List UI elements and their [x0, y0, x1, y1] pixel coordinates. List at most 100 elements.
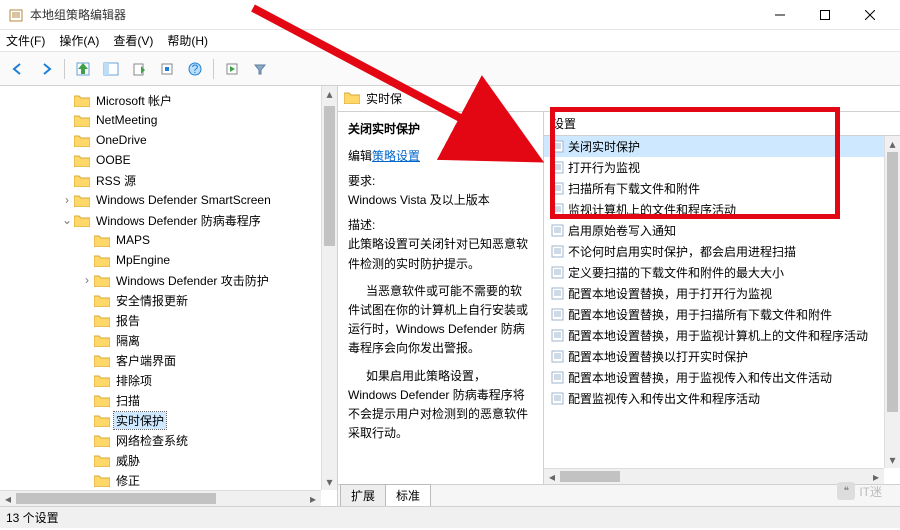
edit-policy-link[interactable]: 策略设置	[372, 149, 420, 163]
folder-icon	[74, 113, 90, 127]
tree-node[interactable]: OneDrive	[0, 130, 321, 150]
tree-node[interactable]: MpEngine	[0, 250, 321, 270]
setting-label: 配置本地设置替换，用于监视计算机上的文件和程序活动	[568, 327, 868, 344]
tree-node[interactable]: ⌄Windows Defender 防病毒程序	[0, 210, 321, 230]
tree-node[interactable]: 修正	[0, 470, 321, 490]
maximize-button[interactable]	[802, 0, 847, 29]
policy-icon	[550, 161, 564, 175]
minimize-button[interactable]	[757, 0, 802, 29]
tree-node[interactable]: 威胁	[0, 450, 321, 470]
setting-row[interactable]: 扫描所有下载文件和附件	[544, 178, 884, 199]
settings-column-header[interactable]: 设置	[544, 112, 900, 136]
filter-button[interactable]	[248, 57, 272, 81]
back-button[interactable]	[6, 57, 30, 81]
setting-row[interactable]: 配置监视传入和传出文件和程序活动	[544, 388, 884, 409]
tree-node[interactable]: 隔离	[0, 330, 321, 350]
setting-row[interactable]: 监视计算机上的文件和程序活动	[544, 199, 884, 220]
tree-node[interactable]: 扫描	[0, 390, 321, 410]
svg-text:?: ?	[192, 62, 199, 76]
policy-icon	[550, 329, 564, 343]
tree-node[interactable]: RSS 源	[0, 170, 321, 190]
setting-row[interactable]: 启用原始卷写入通知	[544, 220, 884, 241]
forward-button[interactable]	[34, 57, 58, 81]
list-scrollbar-vertical[interactable]: ▴▾	[884, 136, 900, 468]
tree-node[interactable]: 排除项	[0, 370, 321, 390]
folder-icon	[74, 193, 90, 207]
folder-icon	[94, 353, 110, 367]
tab-standard[interactable]: 标准	[385, 484, 431, 506]
tree-pane: Microsoft 帐户NetMeetingOneDriveOOBERSS 源›…	[0, 86, 338, 506]
folder-icon	[74, 173, 90, 187]
statusbar: 13 个设置	[0, 506, 900, 528]
tree-node-label: 报告	[114, 312, 142, 329]
tree-node[interactable]: OOBE	[0, 150, 321, 170]
tree-node[interactable]: Microsoft 帐户	[0, 90, 321, 110]
folder-icon	[94, 253, 110, 267]
folder-icon	[94, 233, 110, 247]
tree-node-label: 客户端界面	[114, 352, 178, 369]
tree-node-label: OOBE	[94, 153, 133, 167]
setting-label: 配置本地设置替换，用于打开行为监视	[568, 285, 772, 302]
tree-node[interactable]: ›Windows Defender SmartScreen	[0, 190, 321, 210]
setting-row[interactable]: 打开行为监视	[544, 157, 884, 178]
tree-node[interactable]: 安全情报更新	[0, 290, 321, 310]
refresh-button[interactable]	[155, 57, 179, 81]
tree-scrollbar-horizontal[interactable]: ◂▸	[0, 490, 321, 506]
tab-extended[interactable]: 扩展	[340, 484, 386, 506]
menu-file[interactable]: 文件(F)	[6, 32, 45, 49]
setting-row[interactable]: 不论何时启用实时保护，都会启用进程扫描	[544, 241, 884, 262]
help-button[interactable]: ?	[183, 57, 207, 81]
status-text: 13 个设置	[6, 509, 59, 526]
list-scrollbar-horizontal[interactable]: ◂▸	[544, 468, 884, 484]
menu-help[interactable]: 帮助(H)	[167, 32, 208, 49]
view-tabs: 扩展 标准	[338, 484, 900, 506]
tree-node-label: OneDrive	[94, 133, 149, 147]
tree-node[interactable]: MAPS	[0, 230, 321, 250]
tree-node-label: MAPS	[114, 233, 152, 247]
folder-icon	[94, 393, 110, 407]
setting-label: 扫描所有下载文件和附件	[568, 180, 700, 197]
properties-button[interactable]	[220, 57, 244, 81]
settings-list: 设置 关闭实时保护打开行为监视扫描所有下载文件和附件监视计算机上的文件和程序活动…	[544, 112, 900, 484]
tree-scrollbar-vertical[interactable]: ▴▾	[321, 86, 337, 490]
tree-node-label: 实时保护	[114, 412, 166, 429]
path-header: 实时保	[338, 86, 900, 112]
policy-icon	[550, 287, 564, 301]
setting-row[interactable]: 配置本地设置替换，用于监视计算机上的文件和程序活动	[544, 325, 884, 346]
setting-label: 配置本地设置替换，用于扫描所有下载文件和附件	[568, 306, 832, 323]
show-hide-tree-button[interactable]	[99, 57, 123, 81]
tree-node[interactable]: 客户端界面	[0, 350, 321, 370]
tree-node[interactable]: NetMeeting	[0, 110, 321, 130]
tree-node[interactable]: 报告	[0, 310, 321, 330]
path-header-text: 实时保	[366, 90, 402, 107]
folder-icon	[94, 413, 110, 427]
setting-row[interactable]: 配置本地设置替换，用于打开行为监视	[544, 283, 884, 304]
requirements-label: 要求:	[348, 172, 533, 191]
tree-node-label: Windows Defender 攻击防护	[114, 272, 271, 289]
tree-node[interactable]: 实时保护	[0, 410, 321, 430]
watermark: ❝ IT迷	[837, 482, 882, 500]
tree-node-label: 修正	[114, 472, 142, 489]
app-icon	[8, 7, 24, 23]
export-button[interactable]	[127, 57, 151, 81]
setting-row[interactable]: 定义要扫描的下载文件和附件的最大大小	[544, 262, 884, 283]
policy-icon	[550, 224, 564, 238]
setting-row[interactable]: 关闭实时保护	[544, 136, 884, 157]
setting-label: 配置本地设置替换，用于监视传入和传出文件活动	[568, 369, 832, 386]
menu-view[interactable]: 查看(V)	[113, 32, 153, 49]
setting-row[interactable]: 配置本地设置替换，用于扫描所有下载文件和附件	[544, 304, 884, 325]
tree-node[interactable]: 网络检查系统	[0, 430, 321, 450]
requirements-text: Windows Vista 及以上版本	[348, 191, 533, 208]
setting-row[interactable]: 配置本地设置替换以打开实时保护	[544, 346, 884, 367]
close-button[interactable]	[847, 0, 892, 29]
tree-node-label: 扫描	[114, 392, 142, 409]
up-button[interactable]	[71, 57, 95, 81]
folder-icon	[94, 433, 110, 447]
folder-icon	[74, 153, 90, 167]
setting-label: 打开行为监视	[568, 159, 640, 176]
menu-action[interactable]: 操作(A)	[59, 32, 99, 49]
setting-row[interactable]: 配置本地设置替换，用于监视传入和传出文件活动	[544, 367, 884, 388]
tree-node-label: Microsoft 帐户	[94, 92, 174, 109]
window-title: 本地组策略编辑器	[30, 6, 757, 23]
tree-node[interactable]: ›Windows Defender 攻击防护	[0, 270, 321, 290]
